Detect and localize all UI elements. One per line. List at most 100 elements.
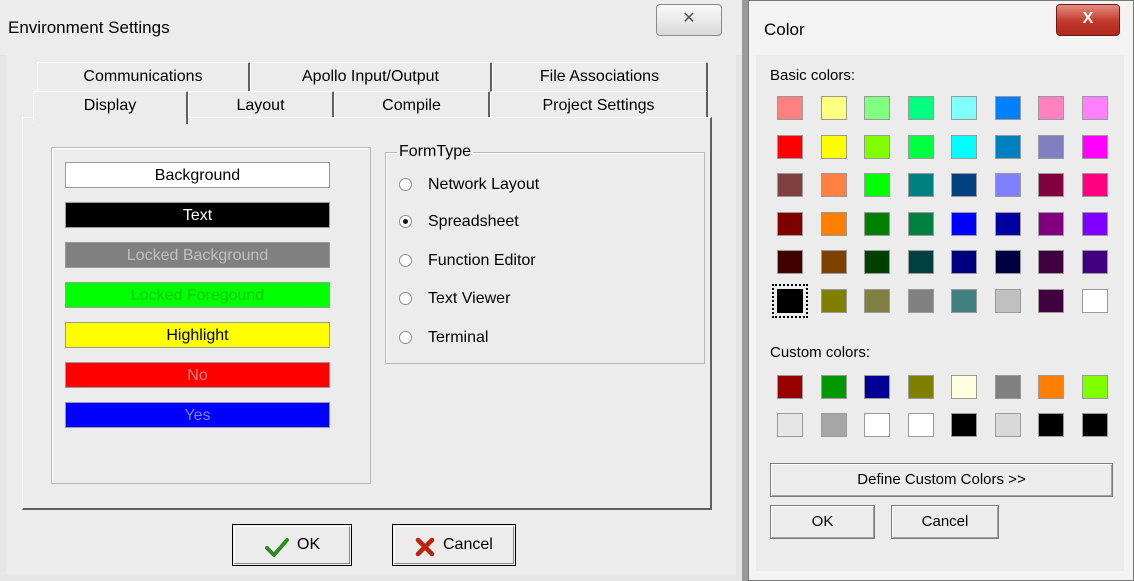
custom-color-swatch[interactable] bbox=[864, 375, 890, 399]
color-item-yes[interactable]: Yes bbox=[65, 402, 330, 428]
basic-color-swatch[interactable] bbox=[1081, 250, 1108, 275]
color-cancel-button[interactable]: Cancel bbox=[891, 505, 999, 539]
custom-color-swatch[interactable] bbox=[820, 413, 847, 437]
basic-color-swatch[interactable] bbox=[907, 211, 934, 236]
basic-color-swatch[interactable] bbox=[777, 173, 803, 198]
custom-color-swatch[interactable] bbox=[994, 375, 1021, 399]
radio-button[interactable] bbox=[399, 215, 412, 228]
basic-color-swatch[interactable] bbox=[820, 250, 847, 275]
radio-button[interactable] bbox=[399, 254, 412, 267]
basic-color-swatch[interactable] bbox=[951, 96, 977, 120]
color-item-label: Locked Background bbox=[126, 247, 269, 264]
custom-color-swatch[interactable] bbox=[820, 375, 847, 399]
tab-file-associations[interactable]: File Associations bbox=[492, 62, 708, 92]
radio-label: Network Layout bbox=[428, 176, 540, 193]
custom-color-swatch[interactable] bbox=[907, 375, 934, 399]
basic-color-swatch[interactable] bbox=[864, 134, 890, 159]
custom-color-swatch[interactable] bbox=[1081, 375, 1108, 399]
basic-color-swatch[interactable] bbox=[777, 134, 803, 159]
cancel-button-label: Cancel bbox=[443, 536, 493, 553]
tab-communications[interactable]: Communications bbox=[37, 62, 250, 92]
basic-color-swatch[interactable] bbox=[777, 250, 803, 275]
color-item-no[interactable]: No bbox=[65, 362, 330, 388]
color-item-label: Highlight bbox=[166, 327, 229, 344]
basic-color-swatch[interactable] bbox=[951, 173, 977, 198]
color-item-text[interactable]: Text bbox=[65, 202, 330, 228]
color-close-button[interactable]: X bbox=[1056, 4, 1120, 36]
basic-color-swatch[interactable] bbox=[777, 96, 803, 120]
basic-color-swatch[interactable] bbox=[1038, 289, 1064, 313]
basic-color-swatch[interactable] bbox=[777, 211, 803, 236]
color-item-locked-foreground[interactable]: Locked Foregound bbox=[65, 282, 330, 308]
radio-label: Terminal bbox=[428, 329, 489, 346]
custom-color-swatch[interactable] bbox=[1081, 413, 1108, 437]
custom-color-swatch[interactable] bbox=[864, 413, 890, 437]
basic-color-swatch[interactable] bbox=[907, 173, 934, 198]
basic-color-swatch[interactable] bbox=[772, 284, 808, 318]
basic-color-swatch[interactable] bbox=[907, 250, 934, 275]
basic-color-swatch[interactable] bbox=[820, 211, 847, 236]
radio-button[interactable] bbox=[399, 178, 412, 191]
basic-color-swatch[interactable] bbox=[1038, 96, 1064, 120]
basic-color-swatch[interactable] bbox=[1038, 250, 1064, 275]
color-item-label: Locked Foregound bbox=[130, 287, 265, 304]
color-item-highlight[interactable]: Highlight bbox=[65, 322, 330, 348]
basic-color-swatch[interactable] bbox=[994, 96, 1021, 120]
custom-color-swatch[interactable] bbox=[777, 413, 803, 437]
custom-colors-label: Custom colors: bbox=[770, 344, 871, 361]
env-close-button[interactable]: ✕ bbox=[656, 4, 722, 36]
custom-color-swatch[interactable] bbox=[1038, 375, 1064, 399]
cancel-button[interactable]: Cancel bbox=[392, 524, 516, 566]
basic-color-swatch[interactable] bbox=[1081, 173, 1108, 198]
button-bevel bbox=[234, 526, 350, 564]
basic-color-swatch[interactable] bbox=[864, 173, 890, 198]
radio-button[interactable] bbox=[399, 292, 412, 305]
basic-color-swatch[interactable] bbox=[907, 134, 934, 159]
basic-color-swatch[interactable] bbox=[994, 289, 1021, 313]
radio-label: Spreadsheet bbox=[428, 213, 519, 230]
basic-color-swatch[interactable] bbox=[1081, 289, 1108, 313]
basic-color-swatch[interactable] bbox=[951, 134, 977, 159]
basic-color-swatch[interactable] bbox=[994, 134, 1021, 159]
basic-color-swatch[interactable] bbox=[864, 96, 890, 120]
basic-color-swatch[interactable] bbox=[864, 250, 890, 275]
custom-color-swatch[interactable] bbox=[777, 375, 803, 399]
basic-color-swatch[interactable] bbox=[994, 173, 1021, 198]
color-dialog-title: Color bbox=[764, 20, 805, 39]
basic-color-swatch[interactable] bbox=[994, 211, 1021, 236]
basic-color-swatch[interactable] bbox=[1081, 211, 1108, 236]
basic-color-swatch[interactable] bbox=[1038, 134, 1064, 159]
color-item-label: Text bbox=[182, 207, 213, 224]
basic-color-swatch[interactable] bbox=[1081, 96, 1108, 120]
radio-button[interactable] bbox=[399, 331, 412, 344]
basic-color-swatch[interactable] bbox=[951, 211, 977, 236]
basic-color-swatch[interactable] bbox=[951, 289, 977, 313]
basic-color-swatch[interactable] bbox=[907, 289, 934, 313]
color-item-locked-background[interactable]: Locked Background bbox=[65, 242, 330, 268]
basic-color-swatch[interactable] bbox=[1038, 173, 1064, 198]
tab-apollo-input-output[interactable]: Apollo Input/Output bbox=[250, 62, 492, 92]
basic-color-swatch[interactable] bbox=[820, 173, 847, 198]
basic-color-swatch[interactable] bbox=[864, 289, 890, 313]
radio-label: Text Viewer bbox=[428, 290, 511, 307]
custom-color-swatch[interactable] bbox=[951, 413, 977, 437]
basic-color-swatch[interactable] bbox=[820, 289, 847, 313]
basic-color-swatch[interactable] bbox=[907, 96, 934, 120]
color-ok-button[interactable]: OK bbox=[770, 505, 875, 539]
tab-display[interactable]: Display bbox=[33, 91, 188, 124]
define-custom-colors-button[interactable]: Define Custom Colors >> bbox=[770, 463, 1113, 497]
custom-color-swatch[interactable] bbox=[1038, 413, 1064, 437]
custom-color-swatch[interactable] bbox=[994, 413, 1021, 437]
display-colors-group bbox=[51, 147, 371, 484]
custom-color-swatch[interactable] bbox=[907, 413, 934, 437]
basic-color-swatch[interactable] bbox=[994, 250, 1021, 275]
custom-color-swatch[interactable] bbox=[951, 375, 977, 399]
color-item-background[interactable]: Background bbox=[65, 162, 330, 188]
basic-color-swatch[interactable] bbox=[1081, 134, 1108, 159]
basic-color-swatch[interactable] bbox=[864, 211, 890, 236]
basic-color-swatch[interactable] bbox=[820, 96, 847, 120]
basic-color-swatch[interactable] bbox=[820, 134, 847, 159]
ok-button[interactable]: OK bbox=[232, 524, 352, 566]
basic-color-swatch[interactable] bbox=[1038, 211, 1064, 236]
basic-color-swatch[interactable] bbox=[951, 250, 977, 275]
